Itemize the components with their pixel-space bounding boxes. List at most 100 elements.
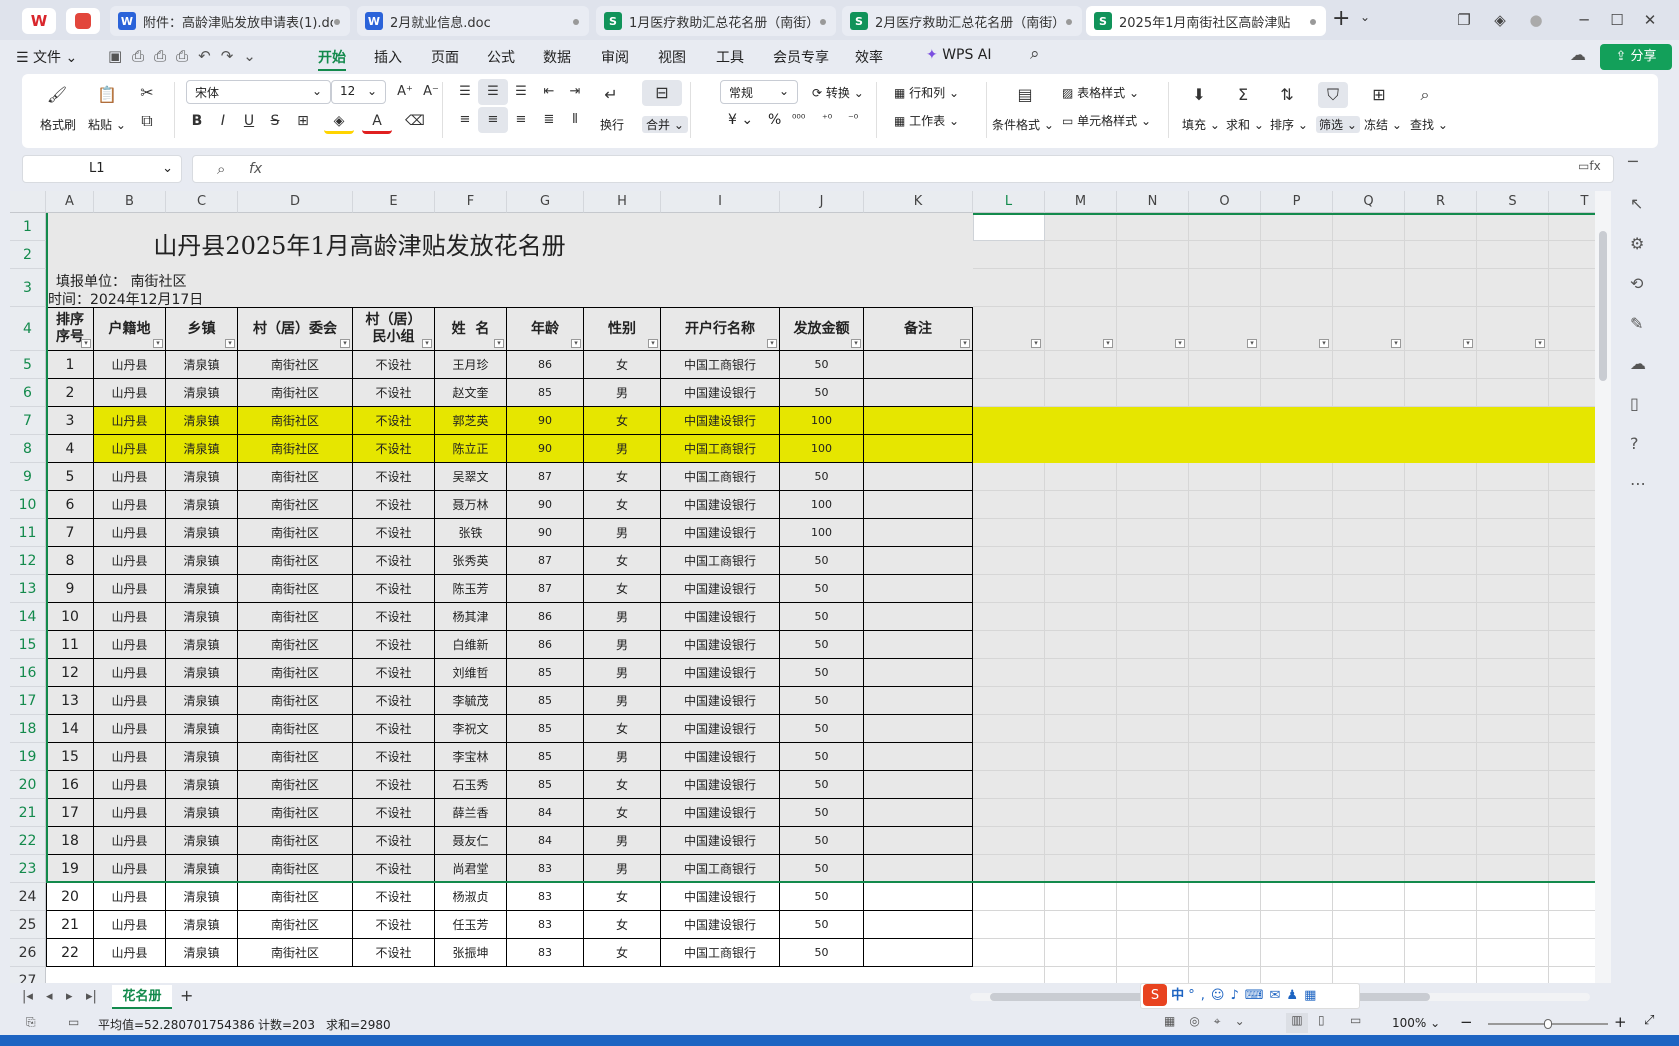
grid-cell[interactable] (1333, 519, 1405, 547)
table-row-cell[interactable] (864, 407, 973, 435)
pdf-app-icon[interactable] (66, 8, 100, 34)
table-row-cell[interactable]: 4 (46, 435, 94, 463)
table-row-cell[interactable]: 杨淑贞 (435, 883, 507, 911)
cloud-sync-icon[interactable]: ☁ (1570, 45, 1586, 64)
sort-icon[interactable]: ⇅ (1272, 82, 1302, 108)
grid-cell[interactable] (1261, 213, 1333, 241)
filter-dropdown-icon[interactable]: ▾ (851, 339, 861, 348)
row-header-21[interactable]: 21 (10, 799, 46, 827)
grid-cell[interactable] (1045, 213, 1117, 241)
tab-2[interactable]: W 2月就业信息.doc (357, 6, 589, 36)
grid-cell[interactable] (1549, 939, 1595, 967)
cell-style-button[interactable]: ▭ 单元格样式 ⌄ (1062, 112, 1151, 129)
column-header-D[interactable]: D (238, 191, 353, 213)
table-row-cell[interactable]: 不设社 (353, 575, 435, 603)
grid-cell[interactable] (1549, 743, 1595, 771)
table-row-cell[interactable]: 9 (46, 575, 94, 603)
grid-cell[interactable] (1189, 771, 1261, 799)
filter-dropdown-icon[interactable]: ▾ (1175, 339, 1185, 348)
grid-cell[interactable] (1261, 687, 1333, 715)
table-row-cell[interactable]: 中国建设银行 (661, 743, 780, 771)
grid-cell[interactable] (1477, 799, 1549, 827)
table-row-cell[interactable]: 山丹县 (94, 799, 166, 827)
grid-cell[interactable] (1117, 967, 1189, 983)
table-row-cell[interactable]: 50 (780, 715, 864, 743)
grid-cell[interactable] (1261, 519, 1333, 547)
table-row-cell[interactable]: 清泉镇 (166, 603, 238, 631)
grid-cell[interactable] (1477, 435, 1549, 463)
table-row-cell[interactable]: 石玉秀 (435, 771, 507, 799)
table-row-cell[interactable]: 17 (46, 799, 94, 827)
grid-cell[interactable] (973, 855, 1045, 883)
tab-4[interactable]: S 2月医疗救助汇总花名册（南街）(4 (842, 6, 1082, 36)
table-row-cell[interactable]: 中国建设银行 (661, 659, 780, 687)
grid-cell[interactable] (973, 883, 1045, 911)
wrap-text-icon[interactable]: ↵ (596, 82, 626, 108)
table-row-cell[interactable]: 清泉镇 (166, 743, 238, 771)
table-row-cell[interactable]: 50 (780, 911, 864, 939)
table-header-cell[interactable]: 性别 ▾ (584, 307, 661, 351)
grid-cell[interactable] (1477, 771, 1549, 799)
table-row-cell[interactable]: 张铁 (435, 519, 507, 547)
tab-5[interactable]: S 2025年1月南街社区高龄津贴 (1086, 6, 1326, 36)
table-row-cell[interactable]: 山丹县 (94, 659, 166, 687)
font-name-select[interactable]: 宋体 ⌄ (186, 80, 331, 104)
grid-cell[interactable] (1405, 435, 1477, 463)
grid-cell[interactable] (1189, 715, 1261, 743)
freeze-label[interactable]: 冻结 ⌄ (1364, 116, 1402, 133)
grid-cell[interactable] (1405, 351, 1477, 379)
grid-cell[interactable] (973, 715, 1045, 743)
grid-cell[interactable] (1261, 771, 1333, 799)
table-row-cell[interactable]: 中国工商银行 (661, 435, 780, 463)
grid-cell[interactable] (1333, 603, 1405, 631)
column-header-Q[interactable]: Q (1333, 191, 1405, 213)
table-row-cell[interactable]: 男 (584, 519, 661, 547)
grid-cell[interactable] (1477, 379, 1549, 407)
table-row-cell[interactable]: 女 (584, 351, 661, 379)
sum-label[interactable]: 求和 ⌄ (1226, 116, 1264, 133)
table-row-cell[interactable]: 8 (46, 547, 94, 575)
grid-cell[interactable] (1549, 715, 1595, 743)
grid-cell[interactable] (1189, 407, 1261, 435)
grid-cell[interactable] (1261, 435, 1333, 463)
select-pointer-icon[interactable]: ↖ (1630, 194, 1643, 213)
grid-cell[interactable] (1405, 519, 1477, 547)
zoom-in-icon[interactable]: + (1614, 1013, 1627, 1031)
table-row-cell[interactable] (864, 715, 973, 743)
table-row-cell[interactable]: 男 (584, 379, 661, 407)
grid-cell[interactable] (1405, 547, 1477, 575)
grid-cell[interactable] (1045, 269, 1117, 307)
grid-cell[interactable] (1549, 269, 1595, 307)
table-row-cell[interactable]: 50 (780, 631, 864, 659)
table-row-cell[interactable] (864, 603, 973, 631)
table-row-cell[interactable]: 清泉镇 (166, 547, 238, 575)
grid-cell[interactable] (973, 547, 1045, 575)
spreadsheet-grid[interactable]: A B C D E F G H I J K L M N O P Q R S T 1 2 3 4 5 6 7 8 9 10 11 12 13 14 1… (10, 191, 1595, 983)
grid-cell[interactable] (1261, 241, 1333, 269)
convert-button[interactable]: ⟳ 转换 ⌄ (812, 84, 864, 101)
maximize-icon[interactable]: ☐ (1603, 8, 1631, 32)
grid-cell[interactable] (1117, 435, 1189, 463)
grid-cell[interactable] (1333, 435, 1405, 463)
sheet-nav-prev-icon[interactable]: ◂ (46, 989, 53, 1004)
wps-ai-button[interactable]: ✦ WPS AI (926, 47, 992, 63)
zoom-slider-handle[interactable] (1544, 1019, 1552, 1029)
grid-cell[interactable] (1189, 575, 1261, 603)
table-row-cell[interactable]: 不设社 (353, 715, 435, 743)
table-header-cell[interactable]: 村（居） 民小组 ▾ (353, 307, 435, 351)
grid-cell[interactable] (1189, 491, 1261, 519)
filter-dropdown-icon[interactable]: ▾ (494, 339, 504, 348)
table-row-cell[interactable] (864, 771, 973, 799)
grid-cell[interactable] (1477, 519, 1549, 547)
table-row-cell[interactable]: 50 (780, 799, 864, 827)
grid-cell[interactable] (1333, 491, 1405, 519)
grid-cell[interactable] (1405, 241, 1477, 269)
filter-dropdown-icon[interactable]: ▾ (225, 339, 235, 348)
column-header-N[interactable]: N (1117, 191, 1189, 213)
fx-icon[interactable]: fx (249, 161, 262, 177)
table-row-cell[interactable]: 清泉镇 (166, 687, 238, 715)
table-row-cell[interactable]: 女 (584, 939, 661, 967)
table-header-cell[interactable]: 村（居）委会 ▾ (238, 307, 353, 351)
status-sum[interactable]: 求和=2980 (326, 1016, 391, 1033)
conditional-format-label[interactable]: 条件格式 ⌄ (992, 116, 1054, 133)
